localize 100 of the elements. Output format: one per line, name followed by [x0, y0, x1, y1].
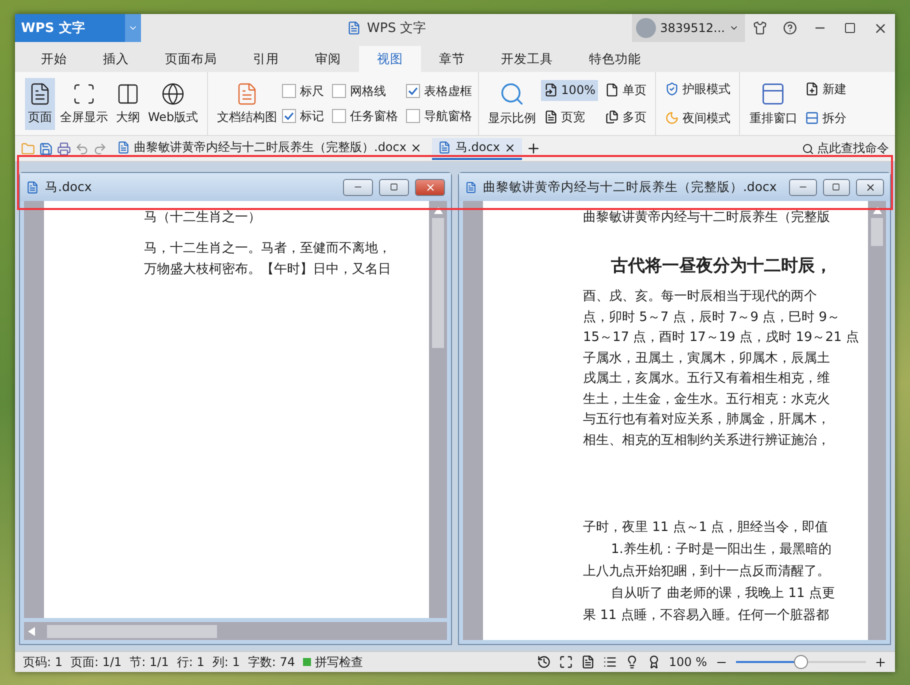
menu-tab[interactable]: 开始: [23, 46, 85, 72]
document-map-button[interactable]: 文档结构图: [214, 78, 280, 130]
restore-icon[interactable]: [832, 183, 840, 191]
scroll-thumb[interactable]: [871, 218, 883, 246]
checkbox[interactable]: [282, 84, 296, 98]
page-icon[interactable]: [605, 83, 620, 97]
document-title: 曲黎敏讲黄帝内经与十二时辰养生（完整版）.docx: [482, 178, 777, 196]
page-icon[interactable]: [605, 110, 620, 124]
status-text: 列: 1: [212, 654, 240, 670]
text-line: 果 11 点睡，不容易入睡。任何一个脏器都: [583, 607, 830, 625]
restore-icon[interactable]: [390, 183, 398, 191]
close-button[interactable]: [415, 178, 445, 196]
menu-tab[interactable]: 页面布局: [147, 46, 235, 72]
menu-tab[interactable]: 视图: [359, 46, 421, 72]
menu-tab[interactable]: 章节: [421, 46, 483, 72]
checkbox-option[interactable]: 表格虚框: [406, 82, 472, 100]
scroll-up-icon[interactable]: [434, 207, 442, 214]
close-icon[interactable]: [864, 182, 876, 192]
scroll-up-icon[interactable]: [872, 207, 882, 214]
checkbox[interactable]: [282, 109, 296, 123]
windows-icon[interactable]: [760, 80, 786, 106]
outline-icon[interactable]: [602, 655, 617, 669]
command-search[interactable]: 点此查找命令: [802, 140, 889, 157]
menu-tab[interactable]: 审阅: [297, 46, 359, 72]
checkbox-option[interactable]: 任务窗格: [332, 108, 398, 124]
view-button[interactable]: 页面: [25, 78, 55, 130]
window-option[interactable]: 拆分: [802, 108, 850, 128]
checkbox[interactable]: [332, 84, 346, 98]
zoom-in-icon[interactable]: [874, 656, 887, 668]
checkbox-option[interactable]: 标尺: [282, 82, 324, 100]
menu-tab[interactable]: 引用: [235, 46, 297, 72]
document-icon[interactable]: [347, 21, 362, 35]
help-icon[interactable]: [783, 21, 797, 35]
history-icon[interactable]: [536, 655, 551, 669]
document-icon[interactable]: [465, 180, 477, 194]
user-account[interactable]: 3839512...: [632, 14, 745, 42]
checkbox[interactable]: [332, 109, 346, 123]
mode-button[interactable]: 夜间模式: [662, 108, 734, 128]
document-heading: 古代将一昼夜分为十二时辰，: [610, 255, 833, 277]
app-logo[interactable]: WPS 文字: [15, 14, 125, 42]
menu-tab[interactable]: 插入: [85, 46, 147, 72]
page-icon[interactable]: [544, 83, 558, 97]
close-icon[interactable]: [410, 142, 422, 154]
close-button[interactable]: [856, 178, 884, 196]
new-tab-icon[interactable]: [526, 141, 541, 156]
magnifier-icon[interactable]: [499, 80, 526, 106]
view-button[interactable]: 全屏显示: [57, 78, 111, 130]
menu-tab[interactable]: 特色功能: [571, 46, 659, 72]
mode-button[interactable]: 护眼模式: [662, 78, 734, 100]
print-icon[interactable]: [57, 142, 71, 156]
checkbox[interactable]: [406, 84, 420, 98]
checkbox-option[interactable]: 标记: [282, 108, 324, 124]
horizontal-scrollbar[interactable]: [24, 622, 447, 640]
view-button[interactable]: 大纲: [113, 78, 143, 130]
shield-icon[interactable]: [665, 82, 680, 96]
zoom-option[interactable]: 页宽: [541, 106, 598, 128]
new-window-icon[interactable]: [805, 82, 820, 96]
checkbox-option[interactable]: 导航窗格: [406, 108, 472, 124]
scroll-thumb[interactable]: [47, 624, 217, 638]
split-icon[interactable]: [805, 111, 820, 125]
text-line: 1.养生机：子时是一阳出生，最黑暗的: [610, 541, 832, 559]
zoom-option[interactable]: 多页: [602, 106, 650, 128]
scroll-thumb[interactable]: [432, 218, 444, 348]
restore-button[interactable]: [822, 178, 850, 196]
minimize-button[interactable]: [788, 178, 817, 196]
window-option[interactable]: 新建: [802, 78, 850, 100]
text-line: 15～17 点，酉时 17～19 点，戌时 19～21 点: [583, 329, 860, 347]
zoom-button[interactable]: 显示比例: [485, 76, 540, 130]
document-icon[interactable]: [26, 180, 39, 194]
zoom-option[interactable]: 单页: [602, 80, 650, 100]
checkbox[interactable]: [406, 109, 420, 123]
close-icon[interactable]: [504, 142, 516, 154]
document-icon[interactable]: [117, 141, 130, 154]
globe-icon[interactable]: [161, 82, 186, 106]
zoom-percent: 100 %: [668, 655, 707, 669]
page-icon[interactable]: [544, 110, 558, 124]
fullscreen-icon[interactable]: [558, 655, 573, 669]
folder-icon[interactable]: [21, 142, 35, 156]
document-tab[interactable]: 曲黎敏讲黄帝内经与十二时辰养生（完整版）.docx: [111, 138, 428, 160]
columns-icon[interactable]: [116, 82, 140, 106]
maximize-icon[interactable]: [844, 22, 856, 34]
shirt-icon[interactable]: [753, 21, 767, 35]
view-button[interactable]: Web版式: [145, 78, 202, 130]
checkbox-option[interactable]: 网格线: [332, 82, 398, 100]
redo-icon[interactable]: [93, 142, 107, 156]
text-line: 马，十二生肖之一。马者，至健而不离地，: [144, 240, 392, 258]
window-title: WPS 文字: [367, 20, 426, 37]
save-icon[interactable]: [39, 142, 53, 156]
search-icon[interactable]: [802, 142, 814, 154]
spell-check[interactable]: 拼写检查: [302, 654, 363, 670]
fullscreen-icon[interactable]: [72, 82, 96, 106]
document-tab[interactable]: 马.docx: [432, 138, 522, 160]
menu-tab[interactable]: 开发工具: [483, 46, 571, 72]
undo-icon[interactable]: [75, 142, 89, 156]
arrange-windows-button[interactable]: 重排窗口: [746, 76, 800, 130]
zoom-option[interactable]: 100%: [541, 80, 598, 100]
minimize-button[interactable]: [343, 178, 373, 196]
document-icon[interactable]: [438, 141, 452, 154]
page-view-icon[interactable]: [580, 655, 595, 669]
restore-button[interactable]: [379, 178, 409, 196]
